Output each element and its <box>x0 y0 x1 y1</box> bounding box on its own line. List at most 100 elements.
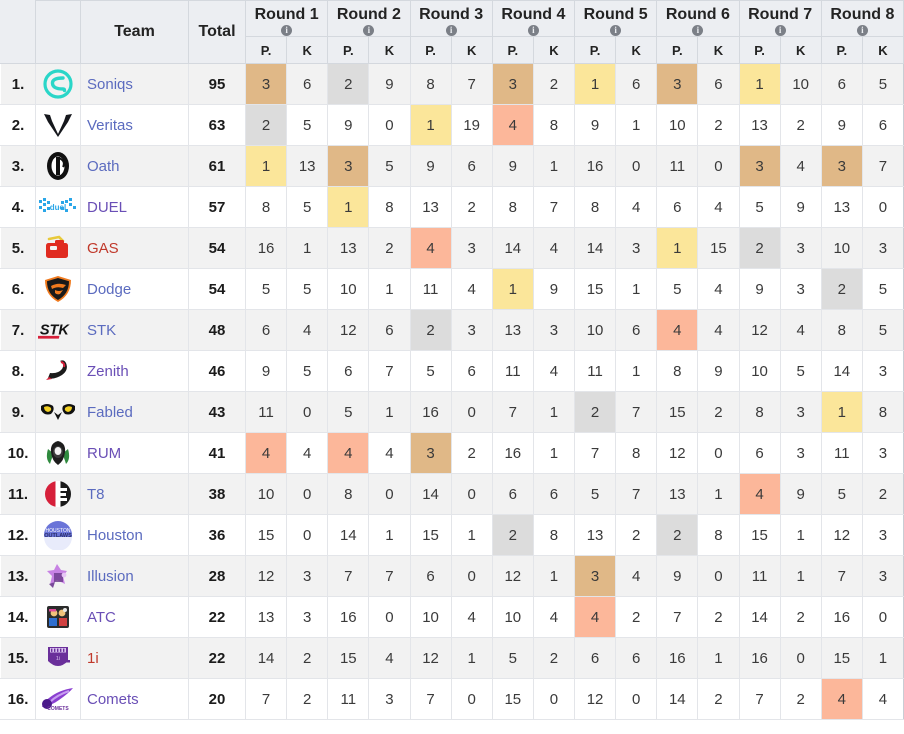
team-name-cell[interactable]: Fabled <box>80 391 189 433</box>
rank-cell: 14. <box>0 596 36 638</box>
table-row[interactable]: 8. Zenith 46 9 5 6 7 5 6 11 4 11 1 8 9 10 5 14 3 <box>0 350 904 392</box>
table-row[interactable]: 4. duel DUEL 57 8 5 1 8 13 2 8 7 8 4 6 4 5 9 13 0 <box>0 186 904 228</box>
team-name-cell[interactable]: GAS <box>80 227 189 269</box>
round-4-placement-cell: 6 <box>491 473 534 515</box>
table-row[interactable]: 12. HOUSTON OUTLAWS Houston 36 15 0 14 1 15 1 2 8 13 2… <box>0 514 904 556</box>
round-6-placement-cell: 1 <box>656 227 699 269</box>
table-row[interactable]: 6. Dodge 54 5 5 10 1 11 4 1 9 15 1 5 4 9 3 2 5 <box>0 268 904 310</box>
round-5-kills-cell: 4 <box>615 555 658 597</box>
header-round-6-kills[interactable]: K <box>697 36 740 64</box>
round-5-kills-cell: 2 <box>615 514 658 556</box>
team-name-cell[interactable]: T8 <box>80 473 189 515</box>
round-4-kills-cell: 1 <box>532 391 576 433</box>
header-round-6-placement[interactable]: P. <box>656 36 699 64</box>
team-name-link[interactable]: T8 <box>87 486 105 503</box>
team-name-link[interactable]: GAS <box>87 240 119 257</box>
team-name-cell[interactable]: Veritas <box>80 104 189 146</box>
header-round-1-placement[interactable]: P. <box>244 36 288 64</box>
team-name-cell[interactable]: ATC <box>80 596 189 638</box>
header-round-4-kills[interactable]: K <box>532 36 576 64</box>
table-row[interactable]: 7. STK STK 48 6 4 12 6 2 3 13 3 10 6 4 4 12 4 8 5 <box>0 309 904 351</box>
round-6-placement-cell: 4 <box>656 309 699 351</box>
info-icon[interactable]: i <box>281 25 293 36</box>
team-name-cell[interactable]: DUEL <box>80 186 189 228</box>
round-2-placement-cell: 7 <box>327 555 370 597</box>
zenith-logo <box>35 350 81 392</box>
info-icon[interactable]: i <box>856 25 868 36</box>
table-row[interactable]: 5. GAS 54 16 1 13 2 4 3 14 4 14 3 1 15 2 3 10 3 <box>0 227 904 269</box>
header-round-2-placement[interactable]: P. <box>327 36 370 64</box>
header-round-3-placement[interactable]: P. <box>409 36 452 64</box>
team-name-cell[interactable]: Comets <box>80 678 189 720</box>
info-icon[interactable]: i <box>774 25 786 36</box>
round-3-placement-cell: 7 <box>409 678 452 720</box>
team-name-link[interactable]: DUEL <box>87 199 127 216</box>
rank-cell: 6. <box>0 268 36 310</box>
round-6-placement-cell: 16 <box>656 637 699 679</box>
header-total[interactable]: Total <box>188 0 246 64</box>
total-points-cell: 43 <box>188 391 246 433</box>
header-round-8-placement[interactable]: P. <box>820 36 863 64</box>
round-6-placement-cell: 14 <box>656 678 699 720</box>
header-round-7-kills[interactable]: K <box>779 36 822 64</box>
team-name-link[interactable]: Comets <box>87 691 139 708</box>
round-5-kills-cell: 4 <box>615 186 658 228</box>
team-name-link[interactable]: Fabled <box>87 404 133 421</box>
table-row[interactable]: 2. Veritas 63 2 5 9 0 1 19 4 8 9 1 10 2 13 2 9 6 <box>0 104 904 146</box>
team-name-link[interactable]: Soniqs <box>87 76 133 93</box>
header-round-1-kills[interactable]: K <box>286 36 329 64</box>
team-name-cell[interactable]: RUM <box>80 432 189 474</box>
team-name-link[interactable]: Oath <box>87 158 120 175</box>
table-row[interactable]: 15. 1i 1i 22 14 2 15 4 12 1 5 2 6 6 16 1 16 0 15 1 <box>0 637 904 679</box>
team-name-cell[interactable]: Zenith <box>80 350 189 392</box>
round-8-kills-cell: 1 <box>861 637 904 679</box>
header-round-2-kills[interactable]: K <box>368 36 411 64</box>
team-name-link[interactable]: 1i <box>87 650 99 667</box>
round-5-placement-cell: 6 <box>573 637 617 679</box>
table-row[interactable]: 14. ATC 22 13 3 16 0 10 4 10 4 4 2 7 2 14 2 16 0 <box>0 596 904 638</box>
table-row[interactable]: 9. Fabled 43 11 0 5 1 16 0 7 1 2 7 15 2 8 3 1 8 <box>0 391 904 433</box>
team-name-link[interactable]: Zenith <box>87 363 129 380</box>
info-icon[interactable]: i <box>692 25 704 36</box>
team-name-cell[interactable]: Soniqs <box>80 63 189 105</box>
header-round-5-kills[interactable]: K <box>615 36 658 64</box>
team-name-link[interactable]: Houston <box>87 527 143 544</box>
header-round-7-placement[interactable]: P. <box>738 36 781 64</box>
header-round-4-placement[interactable]: P. <box>491 36 534 64</box>
round-label: Round 7 <box>748 6 813 23</box>
round-5-kills-cell: 8 <box>615 432 658 474</box>
round-3-placement-cell: 12 <box>409 637 452 679</box>
round-6-kills-cell: 15 <box>697 227 740 269</box>
table-row[interactable]: 10. RUM 41 4 4 4 4 3 2 16 1 7 8 12 0 6 3 11 3 <box>0 432 904 474</box>
team-name-cell[interactable]: Oath <box>80 145 189 187</box>
round-1-kills-cell: 3 <box>286 555 329 597</box>
header-round-8-kills[interactable]: K <box>861 36 904 64</box>
info-icon[interactable]: i <box>363 25 375 36</box>
round-1-placement-cell: 13 <box>244 596 288 638</box>
total-points-cell: 54 <box>188 268 246 310</box>
team-name-cell[interactable]: STK <box>80 309 189 351</box>
team-name-link[interactable]: RUM <box>87 445 121 462</box>
team-name-link[interactable]: ATC <box>87 609 116 626</box>
info-icon[interactable]: i <box>610 25 622 36</box>
round-1-kills-cell: 13 <box>286 145 329 187</box>
table-row[interactable]: 3. Oath 61 1 13 3 5 9 6 9 1 16 0 11 0 3 4 3 7 <box>0 145 904 187</box>
team-name-cell[interactable]: Dodge <box>80 268 189 310</box>
table-row[interactable]: 16. COMETS Comets 20 7 2 11 3 7 0 15 0 12 0 14 2 7 2 4 4 <box>0 678 904 720</box>
team-name-cell[interactable]: Illusion <box>80 555 189 597</box>
total-points-cell: 61 <box>188 145 246 187</box>
header-round-5-placement[interactable]: P. <box>573 36 617 64</box>
table-row[interactable]: 1. Soniqs 95 3 6 2 9 8 7 3 2 1 6 3 6 1 10 6 5 <box>0 63 904 105</box>
team-name-cell[interactable]: 1i <box>80 637 189 679</box>
team-name-link[interactable]: Dodge <box>87 281 131 298</box>
team-name-cell[interactable]: Houston <box>80 514 189 556</box>
round-3-placement-cell: 9 <box>409 145 452 187</box>
table-row[interactable]: 13. Illusion 28 12 3 7 7 6 0 12 1 3 4 9 0 11 1 7 3 <box>0 555 904 597</box>
info-icon[interactable]: i <box>445 25 457 36</box>
header-round-3-kills[interactable]: K <box>450 36 493 64</box>
table-row[interactable]: 11. T8 38 10 0 8 0 14 0 6 6 5 7 13 1 4 9 5 2 <box>0 473 904 515</box>
team-name-link[interactable]: Veritas <box>87 117 133 134</box>
info-icon[interactable]: i <box>527 25 539 36</box>
team-name-link[interactable]: Illusion <box>87 568 134 585</box>
team-name-link[interactable]: STK <box>87 322 116 339</box>
